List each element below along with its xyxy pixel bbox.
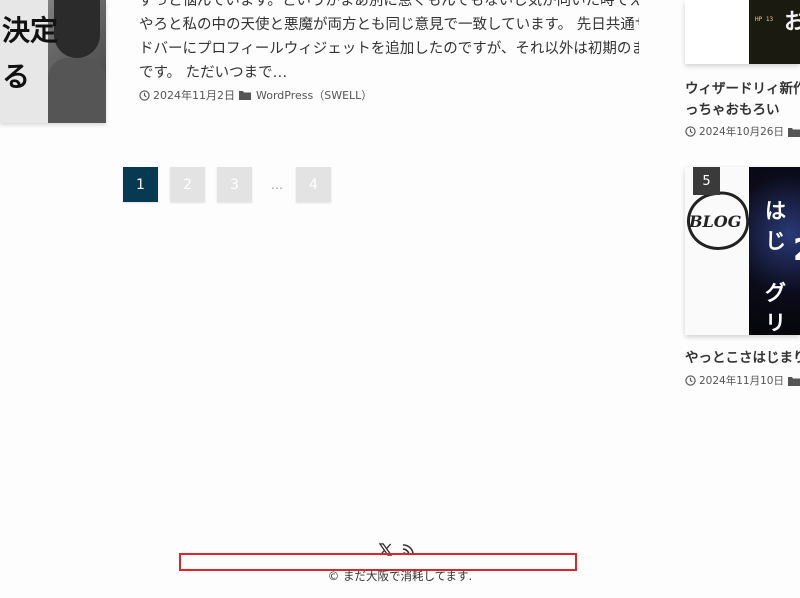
ranking-meta: 2024年10月26日: [685, 124, 800, 139]
folder-icon: [239, 91, 251, 100]
thumbnail-text: グリ: [765, 281, 786, 335]
article-meta: 2024年11月2日 WordPress（SWELL）: [139, 87, 372, 103]
clock-icon: [685, 375, 696, 386]
page-2-link[interactable]: 2: [170, 167, 205, 202]
article-thumbnail[interactable]: 決定 る: [0, 0, 106, 123]
thumbnail-text: 2: [793, 233, 800, 268]
clock-icon: [685, 126, 696, 137]
page-1-link[interactable]: 1: [123, 167, 158, 202]
thumbnail-head: [54, 0, 100, 58]
ranking-title-link[interactable]: っちゃおもろい: [685, 99, 800, 121]
clock-icon: [139, 89, 150, 101]
page-3-link[interactable]: 3: [217, 167, 252, 202]
pagination-ellipsis: …: [271, 177, 283, 192]
ranking-date: 2024年10月26日: [699, 126, 784, 138]
rank-number-badge: 5: [693, 167, 720, 195]
article-excerpt: ずっと悩んでいます。というかまあ別に急ぐもんでもないし気が向いた時でええ やろと…: [139, 0, 639, 85]
article-category-label: WordPress（SWELL）: [256, 89, 373, 102]
ranking-meta: 2024年11月10日: [685, 373, 800, 388]
thumbnail-title-text: お: [784, 10, 800, 35]
excerpt-line: やろと私の中の天使と悪魔が両方とも同じ意見で一致しています。 先日共通サイ: [139, 17, 639, 33]
excerpt-line: です。 ただいつまで…: [139, 65, 288, 81]
thumbnail-text: 決定 る: [2, 14, 59, 93]
pagination: 1 2 3 … 4: [123, 167, 343, 202]
ranking-title-link[interactable]: ウィザードリィ新作: [685, 78, 800, 100]
thumbnail-blog-text: BLOG: [689, 212, 742, 231]
excerpt-line: ずっと悩んでいます。というかまあ別に急ぐもんでもないし気が向いた時でええ: [139, 0, 639, 9]
article-date: 2024年11月2日: [153, 89, 235, 102]
ranking-thumbnail[interactable]: HP 13 お: [685, 0, 800, 64]
footer-copyright: © まだ大阪で消耗してます.: [327, 569, 473, 583]
folder-icon: [787, 127, 800, 137]
folder-icon: [787, 376, 800, 386]
ranking-date: 2024年11月10日: [699, 375, 784, 387]
page-4-link[interactable]: 4: [296, 167, 331, 202]
ranking-title-link[interactable]: やっとこさはじまり: [685, 347, 800, 369]
excerpt-line: ドバーにプロフィールウィジェットを追加したのですが、それ以外は初期のまま: [139, 41, 639, 57]
article-category[interactable]: WordPress（SWELL）: [239, 87, 372, 103]
